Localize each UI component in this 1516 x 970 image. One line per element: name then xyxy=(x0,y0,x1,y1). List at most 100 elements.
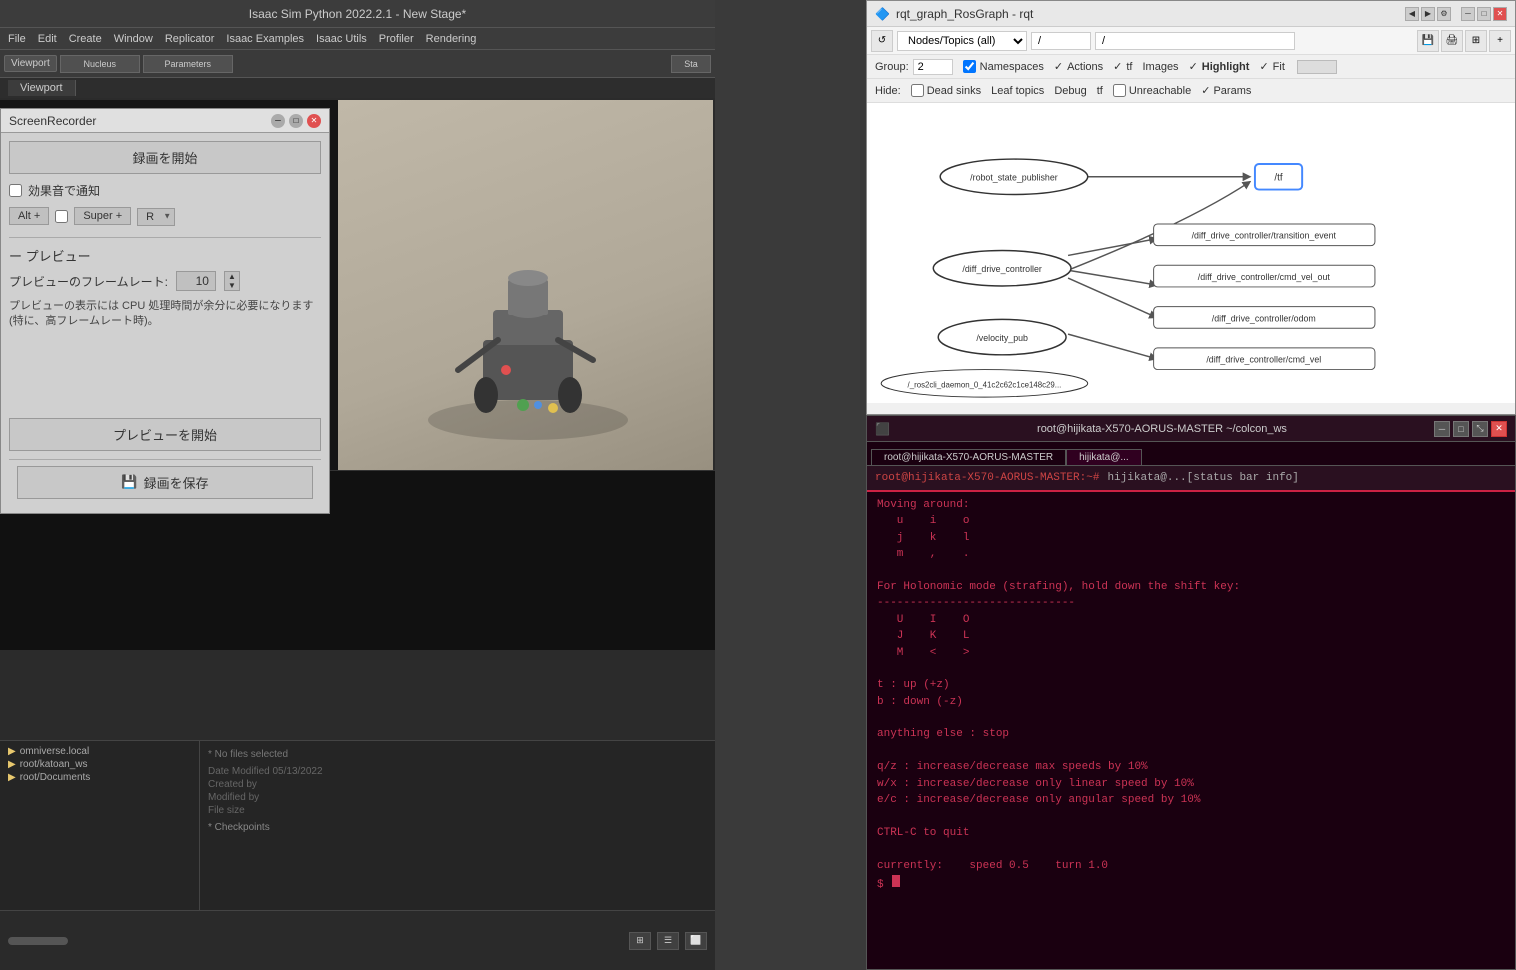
sr-title: ScreenRecorder xyxy=(9,114,96,128)
minimize-btn[interactable]: ─ xyxy=(271,114,285,128)
term-prompt-text: root@hijikata-X570-AORUS-MASTER:~# xyxy=(875,472,1099,484)
file-item-documents[interactable]: ▶ root/Documents xyxy=(4,771,195,784)
rqt-maximize[interactable]: □ xyxy=(1477,7,1491,21)
preview-btn[interactable]: プレビューを開始 xyxy=(9,418,321,451)
rqt-graph-area[interactable]: /robot_state_publisher /tf /diff_drive_c… xyxy=(867,103,1515,403)
tf-label: tf xyxy=(1126,61,1132,73)
menu-edit[interactable]: Edit xyxy=(38,33,57,45)
alt-key: Alt + xyxy=(9,207,49,225)
status-bar: ⊞ ☰ ⬜ xyxy=(0,910,715,970)
term-line-blank3 xyxy=(877,711,1505,726)
svg-text:/diff_drive_controller/odom: /diff_drive_controller/odom xyxy=(1212,313,1316,323)
rqt-save-icon[interactable]: 💾 xyxy=(1417,30,1439,52)
rqt-icon3[interactable]: ⚙ xyxy=(1437,7,1451,21)
tf-hide-item: tf xyxy=(1097,85,1103,97)
rqt-fit-icon[interactable]: ⊞ xyxy=(1465,30,1487,52)
viewport-tab-btn[interactable]: Viewport xyxy=(4,55,57,72)
term-line-M: M < > xyxy=(877,646,1505,661)
view-list-btn[interactable]: ☰ xyxy=(657,932,679,950)
term-icon: ⬛ xyxy=(875,422,890,436)
rqt-toolbar-right: 💾 🖨 ⊞ + xyxy=(1417,30,1511,52)
super-checkbox[interactable] xyxy=(55,210,68,223)
menu-create[interactable]: Create xyxy=(69,33,102,45)
term-line-stop: anything else : stop xyxy=(877,727,1505,742)
menu-window[interactable]: Window xyxy=(114,33,153,45)
menu-isaac-utils[interactable]: Isaac Utils xyxy=(316,33,367,45)
menu-profiler[interactable]: Profiler xyxy=(379,33,414,45)
3d-viewport[interactable] xyxy=(338,100,713,470)
scroll-slider[interactable] xyxy=(8,937,68,945)
term-line-t: t : up (+z) xyxy=(877,678,1505,693)
sound-notify-row: 効果音で通知 xyxy=(9,182,321,199)
svg-text:/_ros2cli_daemon_0_41c2c62c1ce: /_ros2cli_daemon_0_41c2c62c1ce148c29... xyxy=(908,380,1062,389)
divider-1 xyxy=(9,237,321,238)
section-preview-label: プレビュー xyxy=(26,249,91,264)
rqt-icon1[interactable]: ◀ xyxy=(1405,7,1419,21)
term-win-controls: ─ □ ⤡ ✕ xyxy=(1434,421,1507,437)
spin-down-icon: ▼ xyxy=(228,281,236,290)
nodes-topics-select[interactable]: Nodes/Topics (all) xyxy=(897,31,1027,51)
view-thumb-btn[interactable]: ⬜ xyxy=(685,932,707,950)
svg-text:/tf: /tf xyxy=(1274,173,1282,184)
rqt-minimize[interactable]: ─ xyxy=(1461,7,1475,21)
dead-sinks-checkbox[interactable] xyxy=(911,84,924,97)
menu-replicator[interactable]: Replicator xyxy=(165,33,215,45)
section-label: ー xyxy=(9,249,22,264)
maximize-btn[interactable]: □ xyxy=(289,114,303,128)
close-btn[interactable]: ✕ xyxy=(307,114,321,128)
file-info-panel: * No files selected Date Modified 05/13/… xyxy=(200,741,715,910)
isaac-menubar[interactable]: File Edit Create Window Replicator Isaac… xyxy=(0,28,715,50)
hide-label: Hide: xyxy=(875,85,901,97)
filter-input-1[interactable] xyxy=(1031,32,1091,50)
term-minimize[interactable]: ─ xyxy=(1434,421,1450,437)
term-tab-1[interactable]: root@hijikata-X570-AORUS-MASTER xyxy=(871,449,1066,465)
file-item-katoan[interactable]: ▶ root/katoan_ws xyxy=(4,758,195,771)
unreachable-checkbox[interactable] xyxy=(1113,84,1126,97)
namespaces-checkbox[interactable] xyxy=(963,60,976,73)
term-close[interactable]: ✕ xyxy=(1491,421,1507,437)
rqt-print-icon[interactable]: 🖨 xyxy=(1441,30,1463,52)
menu-file[interactable]: File xyxy=(8,33,26,45)
group-input[interactable] xyxy=(913,59,953,75)
no-files-label: * No files selected xyxy=(208,749,707,760)
view-grid-btn[interactable]: ⊞ xyxy=(629,932,651,950)
term-tab-2-label: hijikata@... xyxy=(1079,452,1129,463)
isaac-title: Isaac Sim Python 2022.2.1 - New Stage* xyxy=(249,7,466,21)
leaf-topics-label: Leaf topics xyxy=(991,85,1044,97)
start-recording-btn[interactable]: 録画を開始 xyxy=(9,141,321,174)
svg-text:/diff_drive_controller/cmd_vel: /diff_drive_controller/cmd_vel_out xyxy=(1198,272,1331,282)
save-recording-btn[interactable]: 💾 録画を保存 xyxy=(17,466,313,499)
fit-indicator xyxy=(1297,60,1337,74)
filter-input-2[interactable] xyxy=(1095,32,1295,50)
term-line-blank2 xyxy=(877,662,1505,677)
rqt-refresh-icon[interactable]: ↺ xyxy=(871,30,893,52)
parameters-btn[interactable]: Parameters xyxy=(164,59,211,69)
rqt-icon2[interactable]: ▶ xyxy=(1421,7,1435,21)
checkpoints-label: * Checkpoints xyxy=(208,822,707,833)
sound-notify-checkbox[interactable] xyxy=(9,184,22,197)
term-zoom[interactable]: □ xyxy=(1453,421,1469,437)
framerate-value: 10 xyxy=(176,271,216,291)
term-expand[interactable]: ⤡ xyxy=(1472,421,1488,437)
terminal-body[interactable]: Moving around: u i o j k l m , . For Hol… xyxy=(867,492,1515,969)
framerate-spinner[interactable]: ▲ ▼ xyxy=(224,271,240,291)
term-line-dashes: ------------------------------ xyxy=(877,596,1505,611)
term-line-m: m , . xyxy=(877,547,1505,562)
file-item-omniverse[interactable]: ▶ omniverse.local xyxy=(4,745,195,758)
framerate-label: プレビューのフレームレート: xyxy=(9,273,168,290)
rqt-zoom-in-icon[interactable]: + xyxy=(1489,30,1511,52)
rqt-close[interactable]: ✕ xyxy=(1493,7,1507,21)
menu-isaac-examples[interactable]: Isaac Examples xyxy=(226,33,304,45)
sta-btn[interactable]: Sta xyxy=(684,59,698,69)
debug-item: Debug xyxy=(1054,85,1086,97)
list-icon: ☰ xyxy=(664,935,672,946)
images-label: Images xyxy=(1142,61,1178,73)
file-item-label-katoan: root/katoan_ws xyxy=(20,759,88,770)
menu-rendering[interactable]: Rendering xyxy=(426,33,477,45)
term-dollar: $ xyxy=(877,879,884,891)
group-option: Group: xyxy=(875,59,953,75)
nucleus-btn[interactable]: Nucleus xyxy=(83,59,116,69)
terminal-window: ⬛ root@hijikata-X570-AORUS-MASTER ~/colc… xyxy=(866,415,1516,970)
term-tab-2[interactable]: hijikata@... xyxy=(1066,449,1142,465)
save-label: 録画を保存 xyxy=(144,473,209,492)
